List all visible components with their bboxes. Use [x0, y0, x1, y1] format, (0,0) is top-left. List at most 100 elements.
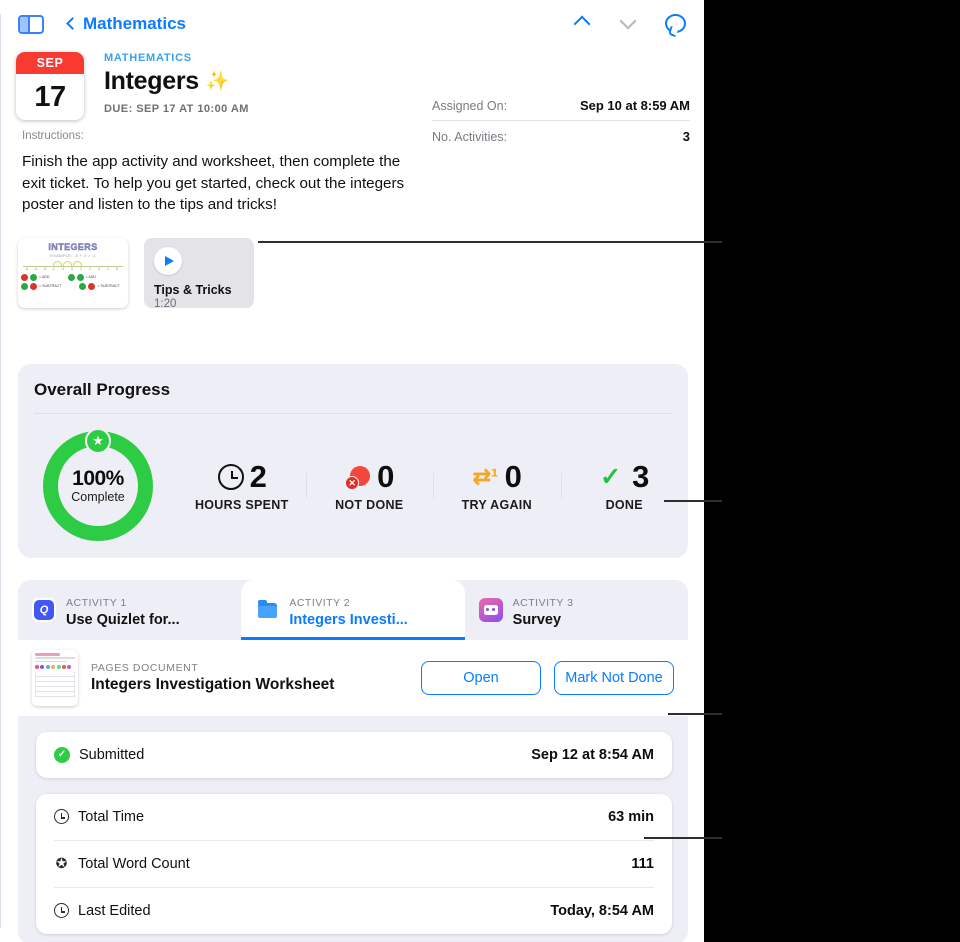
star-icon: ★: [85, 427, 111, 454]
clock-icon: [54, 809, 69, 825]
chevron-down-icon[interactable]: [619, 12, 639, 33]
document-row: PAGES DOCUMENT Integers Investigation Wo…: [18, 639, 688, 716]
poster-legend: = ADD = ADD = SUBTRACT = SUBTRACT: [21, 273, 125, 290]
stat-value: 0: [377, 459, 394, 495]
check-icon: ✓: [600, 463, 622, 492]
speech-bubble-icon[interactable]: [665, 13, 686, 33]
screenshot-root: Mathematics SEP 17 MATHEMATICS Integers …: [0, 0, 960, 942]
number-line-graphic: -5 -4 -3 -2 -1 0 123 45: [23, 260, 123, 272]
seal-check-icon: ✪: [55, 855, 68, 872]
document-thumbnail[interactable]: [32, 649, 78, 706]
tab-activity-2[interactable]: ACTIVITY 2 Integers Investi...: [241, 579, 465, 640]
tab-label: Integers Investi...: [289, 611, 408, 628]
calendar-badge: SEP 17: [16, 52, 84, 120]
progress-ring: 100% Complete ★: [18, 427, 178, 541]
folder-icon: [255, 598, 280, 623]
course-label: MATHEMATICS: [104, 52, 192, 64]
try-again-icon: ⇄¹: [472, 464, 499, 490]
tab-label: Survey: [512, 611, 562, 628]
overall-progress-card: Overall Progress 100% Complete ★ 2 HOURS…: [18, 363, 688, 558]
poster-legend-text: = ADD: [85, 275, 97, 280]
back-button[interactable]: Mathematics: [66, 14, 186, 34]
back-button-label: Mathematics: [83, 14, 186, 33]
assignment-titles: MATHEMATICS Integers ✨ DUE: SEP 17 AT 10…: [104, 52, 249, 115]
toolbar-actions: [573, 12, 686, 33]
stat-done: ✓ 3 DONE: [560, 459, 689, 513]
submitted-value: Sep 12 at 8:54 AM: [531, 746, 654, 763]
overall-progress-heading: Overall Progress: [34, 379, 171, 399]
info-value: 111: [631, 855, 654, 872]
info-key: Total Word Count: [78, 855, 190, 872]
chevron-up-icon[interactable]: [573, 13, 593, 33]
meta-value: 3: [682, 129, 690, 144]
meta-row: No. Activities: 3: [432, 120, 690, 151]
callout-leader-line: [668, 713, 722, 715]
tab-key: ACTIVITY 3: [512, 596, 574, 609]
poster-legend-text: = SUBTRACT: [97, 284, 120, 289]
info-row-total-time: Total Time 63 min: [54, 794, 654, 840]
poster-legend-text: = ADD: [39, 275, 50, 280]
callout-leader-line: [664, 500, 722, 502]
info-value: Today, 8:54 AM: [550, 902, 654, 919]
meta-key: No. Activities:: [432, 130, 508, 144]
mark-not-done-button[interactable]: Mark Not Done: [554, 660, 674, 695]
tab-label: Use Quizlet for...: [66, 611, 180, 628]
sidebar-toggle-icon[interactable]: [18, 15, 44, 34]
open-button[interactable]: Open: [421, 660, 541, 695]
progress-percent: 100%: [72, 467, 124, 491]
stat-value: 2: [249, 459, 267, 495]
calendar-day: 17: [34, 80, 66, 113]
stats-row: 2 HOURS SPENT ✕ 0 NOT DONE ⇄¹ 0 TRY AGAI…: [178, 459, 688, 512]
chevron-left-icon: [66, 17, 79, 30]
meta-key: Assigned On:: [432, 99, 508, 113]
survey-app-icon: [478, 598, 503, 623]
tab-key: ACTIVITY 2: [289, 596, 351, 609]
submitted-label: Submitted: [79, 746, 145, 763]
audio-title: Tips & Tricks: [154, 282, 232, 297]
activity-info-card: Total Time 63 min ✪ Total Word Count 111…: [36, 793, 672, 934]
tab-key: ACTIVITY 1: [66, 596, 127, 609]
page-title: Integers: [104, 67, 199, 95]
poster-attachment[interactable]: INTEGERS EXAMPLE: -5 + 4 = -1 -5 -4 -3 -2-…: [18, 237, 128, 308]
info-key: Last Edited: [78, 902, 151, 919]
stat-label: TRY AGAIN: [461, 498, 532, 513]
person-x-icon: ✕: [345, 464, 371, 491]
stat-value: 0: [504, 459, 522, 495]
stat-label: HOURS SPENT: [194, 498, 289, 513]
progress-caption: Complete: [71, 490, 125, 505]
assignment-detail-pane: Mathematics SEP 17 MATHEMATICS Integers …: [0, 0, 704, 942]
meta-row: Assigned On: Sep 10 at 8:59 AM: [432, 94, 690, 120]
stat-value: 3: [632, 459, 649, 495]
quizlet-app-icon: Q: [32, 598, 56, 623]
callout-leader-line: [644, 837, 722, 839]
tab-activity-1[interactable]: Q ACTIVITY 1 Use Quizlet for...: [18, 580, 241, 640]
attachments-row: INTEGERS EXAMPLE: -5 + 4 = -1 -5 -4 -3 -2-…: [0, 216, 704, 310]
audio-attachment[interactable]: Tips & Tricks 1:20: [144, 237, 254, 310]
activities-card: Q ACTIVITY 1 Use Quizlet for... ACTIVITY…: [18, 579, 688, 942]
document-name: Integers Investigation Worksheet: [91, 675, 335, 693]
poster-subtitle: EXAMPLE: -5 + 4 = -1: [50, 252, 96, 258]
stat-label: NOT DONE: [335, 498, 404, 513]
clock-icon: [54, 903, 69, 919]
audio-duration: 1:20: [154, 297, 177, 310]
stat-not-done: ✕ 0 NOT DONE: [305, 459, 434, 513]
tab-activity-3[interactable]: ACTIVITY 3 Survey: [465, 580, 688, 640]
sparkles-icon: ✨: [205, 71, 230, 92]
activity-tabs: Q ACTIVITY 1 Use Quizlet for... ACTIVITY…: [18, 579, 688, 640]
assignment-meta: Assigned On: Sep 10 at 8:59 AM No. Activ…: [432, 94, 690, 151]
info-row-word-count: ✪ Total Word Count 111: [54, 839, 654, 887]
stat-label: DONE: [605, 498, 643, 513]
submitted-card: ✓ Submitted Sep 12 at 8:54 AM: [36, 731, 672, 778]
calendar-month: SEP: [16, 52, 84, 74]
toolbar: Mathematics: [0, 0, 704, 46]
stat-hours-spent: 2 HOURS SPENT: [178, 459, 306, 512]
play-icon[interactable]: [154, 246, 182, 275]
instructions-body: Finish the app activity and worksheet, t…: [22, 153, 405, 214]
info-value: 63 min: [608, 808, 654, 825]
due-label: DUE: SEP 17 AT 10:00 AM: [104, 103, 249, 115]
info-row-last-edited: Last Edited Today, 8:54 AM: [54, 886, 654, 934]
check-circle-icon: ✓: [54, 746, 70, 763]
poster-title: INTEGERS: [48, 241, 98, 252]
assignment-header: SEP 17 MATHEMATICS Integers ✨ DUE: SEP 1…: [0, 46, 704, 144]
document-kind: PAGES DOCUMENT: [91, 661, 199, 674]
